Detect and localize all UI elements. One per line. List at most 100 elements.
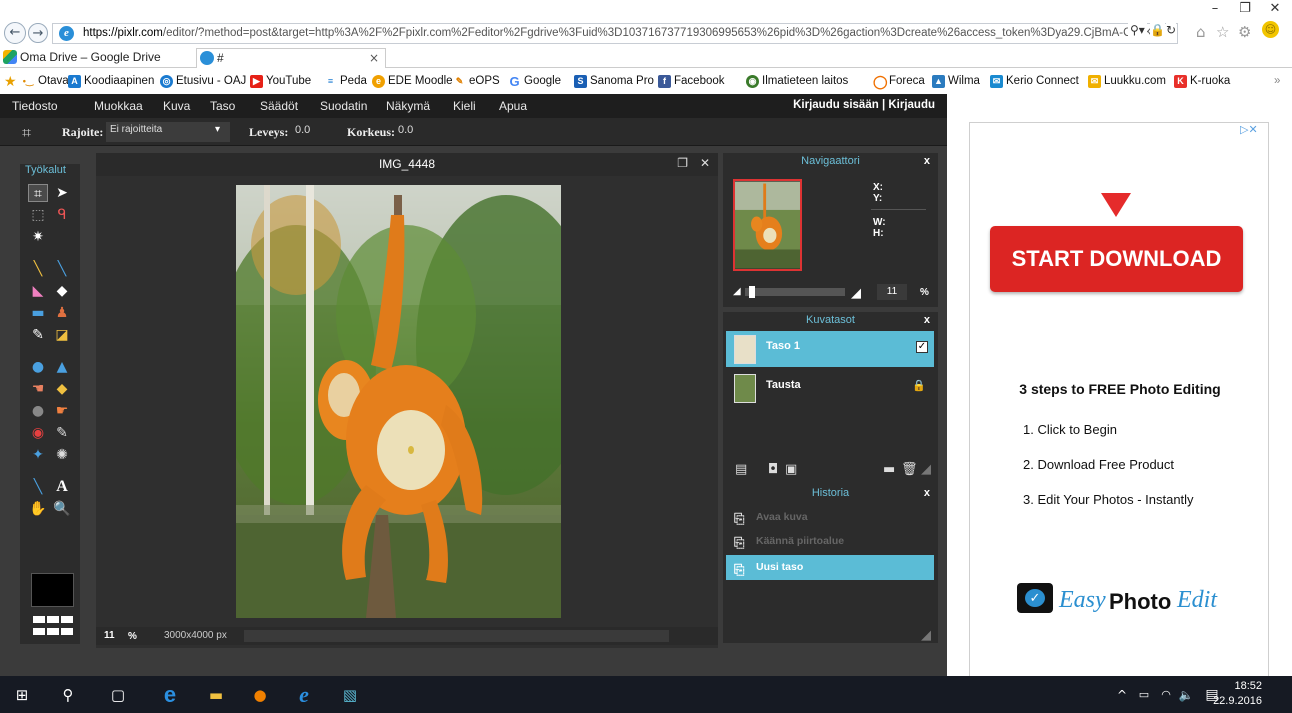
back-icon[interactable]: ← [4, 22, 26, 44]
favorite-sanoma-pro[interactable]: S Sanoma Pro [574, 72, 654, 90]
menu-apua[interactable]: Apua [499, 99, 527, 113]
tab-google-drive[interactable]: Oma Drive – Google Drive [0, 48, 190, 68]
edge-icon[interactable]: e [160, 684, 180, 706]
layer-row-taso1[interactable]: Taso 1 ✓ [726, 331, 934, 367]
close-doc-icon[interactable]: ✕ [700, 156, 710, 170]
favorite-otava[interactable]: •‿ Otava [20, 72, 69, 90]
favorite-ilmatieteen-laitos[interactable]: ◉ Ilmatieteen laitos [746, 72, 848, 90]
width-field[interactable]: 0.0 [291, 122, 335, 142]
paint-app-icon[interactable]: ▧ [340, 685, 360, 705]
favorite-k-ruoka[interactable]: K K-ruoka [1174, 72, 1230, 90]
refresh-icon[interactable]: ↻ [1166, 23, 1177, 37]
home-icon[interactable]: ⌂ [1196, 23, 1206, 41]
delete-layer-icon[interactable]: 🗑 [901, 462, 918, 477]
battery-icon[interactable]: ▭ [1134, 685, 1154, 705]
favorite-peda[interactable]: ≡ Peda [324, 72, 367, 90]
history-close-icon[interactable]: x [924, 487, 930, 499]
zoom-in-icon[interactable]: ◢ [851, 285, 861, 301]
favorite-google[interactable]: G Google [508, 72, 561, 90]
layer-settings-icon[interactable]: ▤ [735, 462, 747, 477]
favorite-eops[interactable]: ✎ eOPS [453, 72, 500, 90]
paint-bucket-icon[interactable]: ◆ [52, 282, 72, 300]
menu-tiedosto[interactable]: Tiedosto [12, 99, 58, 113]
spot-heal-icon[interactable]: ✎ [52, 424, 72, 442]
smiley-feedback-icon[interactable]: ☺ [1262, 21, 1279, 38]
height-field[interactable]: 0.0 [394, 122, 438, 142]
menu-muokkaa[interactable]: Muokkaa [94, 99, 143, 113]
task-view-icon[interactable]: ▢ [108, 685, 128, 705]
tab-pixlr[interactable]: # × [196, 48, 386, 68]
zoom-icon[interactable]: 🔍 [52, 500, 72, 518]
layer-row-tausta[interactable]: Tausta 🔒 [726, 370, 934, 406]
close-icon[interactable]: ✕ [1260, 0, 1290, 18]
favorite-koodiaapinen[interactable]: A Koodiaapinen [68, 72, 154, 90]
favorite-facebook[interactable]: f Facebook [658, 72, 725, 90]
favorite-luukku[interactable]: ✉ Luukku.com [1088, 72, 1166, 90]
wifi-icon[interactable]: ◠ [1156, 685, 1176, 705]
firefox-icon[interactable]: ● [250, 685, 270, 705]
drawing-icon[interactable]: ◪ [52, 326, 72, 344]
smudge-icon[interactable]: ☚ [28, 380, 48, 398]
lock-icon[interactable]: 🔒 [912, 379, 926, 392]
navigator-thumbnail[interactable] [733, 179, 802, 271]
restore-icon[interactable]: ❐ [1230, 0, 1260, 18]
history-item-open[interactable]: ⎘ Avaa kuva [726, 506, 934, 528]
login-links[interactable]: Kirjaudu sisään | Kirjaudu [793, 99, 935, 111]
menu-kuva[interactable]: Kuva [163, 99, 190, 113]
lock-icon[interactable]: 🔒 [1150, 23, 1165, 37]
zoom-out-icon[interactable]: ◢ [733, 286, 741, 297]
maximize-doc-icon[interactable]: ❐ [677, 156, 688, 170]
show-hidden-icons-icon[interactable]: ^ [1112, 685, 1132, 705]
red-eye-icon[interactable]: ◉ [28, 424, 48, 442]
color-replace-icon[interactable]: ✎ [28, 326, 48, 344]
search-icon[interactable]: ⚲▾ [1128, 23, 1147, 37]
dodge-icon[interactable]: ● [28, 402, 48, 420]
lasso-icon[interactable]: ᑫ [52, 206, 72, 224]
easyphotoedit-logo[interactable]: ✓ Easy Photo Edit [1017, 581, 1227, 621]
layer-effects-icon[interactable]: ▣ [785, 462, 797, 477]
menu-taso[interactable]: Taso [210, 99, 235, 113]
sponge-icon[interactable]: ◆ [52, 380, 72, 398]
volume-icon[interactable]: 🔈 [1176, 685, 1196, 705]
navigator-zoom-value[interactable]: 11 [877, 284, 907, 300]
zoom-slider[interactable] [745, 288, 845, 296]
sharpen-icon[interactable]: ▲ [52, 358, 72, 376]
start-download-button[interactable]: START DOWNLOAD [990, 226, 1243, 292]
pencil-icon[interactable]: ╲ [28, 260, 48, 278]
clone-stamp-icon[interactable]: ♟ [52, 304, 72, 322]
favorite-oaj[interactable]: ◎ Etusivu - OAJ [160, 72, 246, 90]
color-picker-icon[interactable]: ╲ [28, 478, 48, 496]
marquee-icon[interactable]: ⬚ [28, 206, 48, 224]
internet-explorer-icon[interactable]: e [294, 684, 314, 706]
favorite-wilma[interactable]: ▲ Wilma [932, 72, 980, 90]
favorite-youtube[interactable]: ▶ YouTube [250, 72, 311, 90]
navigator-close-icon[interactable]: x [924, 155, 930, 167]
layer-mask-icon[interactable]: ◘ [768, 462, 778, 477]
history-item-rotate[interactable]: ⎘ Käännä piirtoalue [726, 530, 934, 552]
bloat-icon[interactable]: ✦ [28, 446, 48, 464]
hand-icon[interactable]: ✋ [28, 500, 48, 518]
menu-nakyma[interactable]: Näkymä [386, 99, 430, 113]
brush-icon[interactable]: ╲ [52, 260, 72, 278]
pinch-icon[interactable]: ✺ [52, 446, 72, 464]
favorites-star-icon[interactable]: ☆ [1216, 23, 1229, 41]
minimize-icon[interactable]: – [1200, 0, 1230, 18]
clock[interactable]: 18:52 22.9.2016 [1213, 679, 1262, 709]
search-icon[interactable]: ⚲ [58, 685, 78, 705]
zoom-value[interactable]: 11 [104, 630, 115, 641]
ad-choices-icon[interactable]: ▷✕ [1240, 123, 1266, 137]
constraint-select[interactable]: Ei rajoitteita ▾ [106, 122, 230, 142]
layers-close-icon[interactable]: x [924, 314, 930, 326]
image-canvas[interactable] [236, 185, 561, 618]
move-icon[interactable]: ➤ [52, 184, 72, 202]
favorite-kerio-connect[interactable]: ✉ Kerio Connect [990, 72, 1079, 90]
eraser-icon[interactable]: ◣ [28, 282, 48, 300]
layer-visibility-checkbox[interactable]: ✓ [916, 341, 928, 353]
menu-suodatin[interactable]: Suodatin [320, 99, 367, 113]
zoom-slider-handle[interactable] [749, 286, 755, 298]
settings-gear-icon[interactable]: ⚙ [1238, 23, 1251, 41]
favorites-overflow-icon[interactable]: » [1274, 72, 1280, 90]
start-windows-icon[interactable]: ⊞ [12, 685, 32, 705]
crop-icon[interactable]: ⌗ [28, 184, 48, 202]
address-bar[interactable]: e https://pixlr.com/editor/?method=post&… [52, 23, 1178, 44]
